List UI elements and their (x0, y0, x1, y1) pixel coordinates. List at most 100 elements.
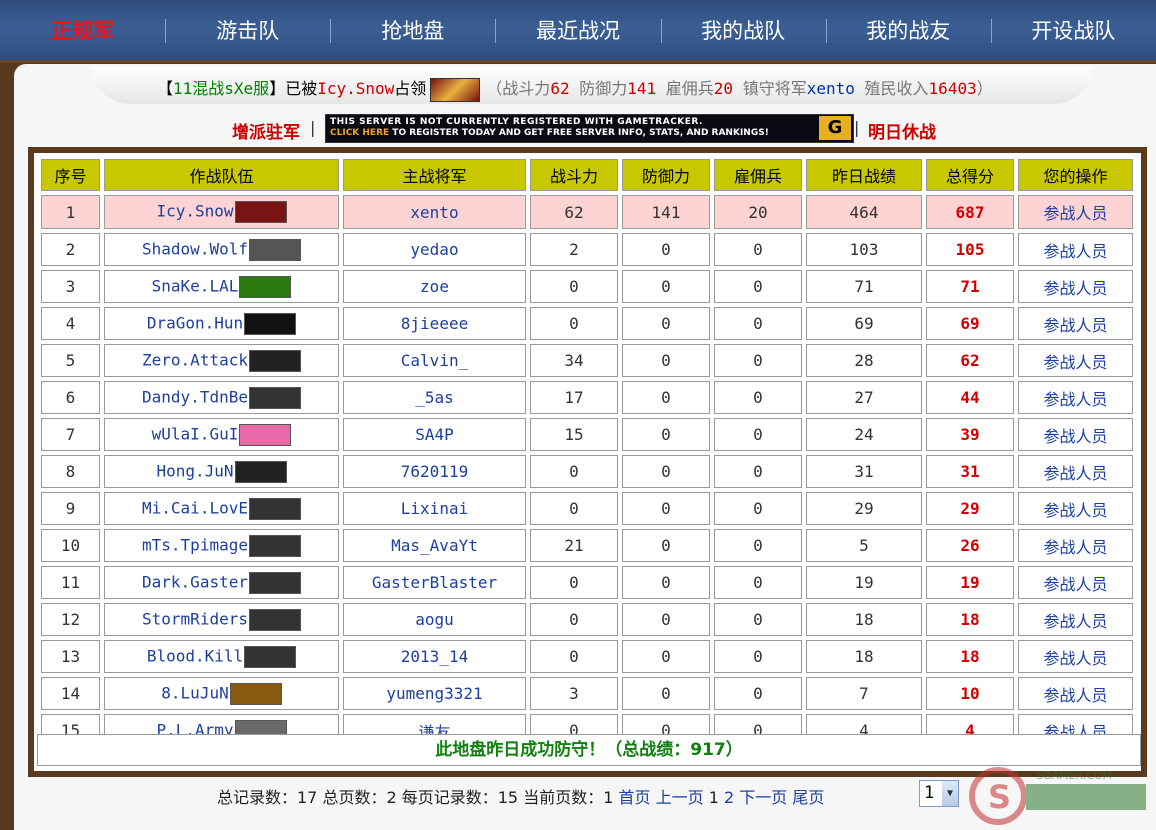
defense-cell: 0 (622, 344, 710, 377)
nav-grab-territory[interactable]: 抢地盘 (330, 15, 495, 45)
team-name[interactable]: DraGon.Hun (147, 313, 243, 332)
column-header: 雇佣兵 (714, 159, 802, 191)
team-flag-image (234, 460, 287, 483)
defense-cell: 0 (622, 418, 710, 451)
nav-create-team[interactable]: 开设战队 (990, 15, 1156, 45)
first-page-link[interactable]: 首页 (619, 788, 651, 807)
power-cell: 21 (530, 529, 618, 562)
participants-link[interactable]: 参战人员 (1018, 233, 1133, 266)
nav-my-friends[interactable]: 我的战友 (825, 15, 991, 45)
participants-link[interactable]: 参战人员 (1018, 307, 1133, 340)
rank-cell: 11 (41, 566, 100, 599)
yesterday-cell: 18 (806, 640, 922, 673)
participants-link[interactable]: 参战人员 (1018, 492, 1133, 525)
last-page-link[interactable]: 尾页 (792, 788, 824, 807)
merc-cell: 0 (714, 381, 802, 414)
yesterday-cell: 71 (806, 270, 922, 303)
defense-cell: 0 (622, 455, 710, 488)
gametracker-logo-icon: G (819, 116, 851, 140)
general-cell: GasterBlaster (343, 566, 526, 599)
team-flag-image (244, 312, 297, 335)
rank-cell: 4 (41, 307, 100, 340)
yesterday-cell: 464 (806, 195, 922, 229)
merc-cell: 0 (714, 677, 802, 710)
next-page-link[interactable]: 下一页 (739, 788, 787, 807)
participants-link[interactable]: 参战人员 (1018, 529, 1133, 562)
page-1: 1 (708, 788, 719, 807)
table-row: 7 wUlaI.GuI SA4P 15 0 0 24 39 参战人员 (41, 418, 1133, 451)
team-name[interactable]: wUlaI.GuI (152, 424, 239, 443)
participants-link[interactable]: 参战人员 (1018, 640, 1133, 673)
team-cell: Icy.Snow (104, 195, 339, 229)
team-cell: wUlaI.GuI (104, 418, 339, 451)
score-cell: 31 (926, 455, 1014, 488)
table-row: 12 StormRiders aogu 0 0 0 18 18 参战人员 (41, 603, 1133, 636)
participants-link[interactable]: 参战人员 (1018, 270, 1133, 303)
team-name[interactable]: mTs.Tpimage (142, 535, 248, 554)
participants-link[interactable]: 参战人员 (1018, 566, 1133, 599)
reinforce-link[interactable]: 增派驻军 (232, 118, 300, 143)
merc-cell: 0 (714, 344, 802, 377)
nav-guerrilla[interactable]: 游击队 (165, 15, 330, 45)
power-cell: 2 (530, 233, 618, 266)
team-name[interactable]: Hong.JuN (156, 461, 233, 480)
team-name[interactable]: Blood.Kill (147, 646, 243, 665)
gametracker-banner[interactable]: THIS SERVER IS NOT CURRENTLY REGISTERED … (325, 114, 854, 143)
team-name[interactable]: Zero.Attack (142, 350, 248, 369)
score-cell: 105 (926, 233, 1014, 266)
participants-link[interactable]: 参战人员 (1018, 344, 1133, 377)
participants-link[interactable]: 参战人员 (1018, 381, 1133, 414)
column-header: 昨日战绩 (806, 159, 922, 191)
score-cell: 71 (926, 270, 1014, 303)
table-row: 6 Dandy.TdnBe _5as 17 0 0 27 44 参战人员 (41, 381, 1133, 414)
page-2-link[interactable]: 2 (724, 788, 734, 807)
table-row: 14 8.LuJuN yumeng3321 3 0 0 7 10 参战人员 (41, 677, 1133, 710)
power-cell: 3 (530, 677, 618, 710)
power-cell: 0 (530, 270, 618, 303)
nav-recent-battles[interactable]: 最近战况 (495, 15, 660, 45)
merc-cell: 0 (714, 307, 802, 340)
participants-link[interactable]: 参战人员 (1018, 677, 1133, 710)
team-name[interactable]: Dandy.TdnBe (142, 387, 248, 406)
prev-page-link[interactable]: 上一页 (656, 788, 704, 807)
power-cell: 0 (530, 603, 618, 636)
rank-cell: 2 (41, 233, 100, 266)
team-flag-image (234, 201, 287, 223)
column-header: 防御力 (622, 159, 710, 191)
defense-cell: 0 (622, 640, 710, 673)
defense-cell: 0 (622, 270, 710, 303)
team-cell: StormRiders (104, 603, 339, 636)
general-cell: 7620119 (343, 455, 526, 488)
column-header: 您的操作 (1018, 159, 1133, 191)
participants-link[interactable]: 参战人员 (1018, 603, 1133, 636)
participants-link[interactable]: 参战人员 (1018, 455, 1133, 488)
power-cell: 15 (530, 418, 618, 451)
participants-link[interactable]: 参战人员 (1018, 418, 1133, 451)
chevron-down-icon: ▼ (942, 781, 958, 806)
rank-cell: 13 (41, 640, 100, 673)
ceasefire-link[interactable]: 明日休战 (868, 118, 936, 143)
column-header: 主战将军 (343, 159, 526, 191)
merc-cell: 0 (714, 270, 802, 303)
general-cell: Calvin_ (343, 344, 526, 377)
team-name[interactable]: Dark.Gaster (142, 572, 248, 591)
team-name[interactable]: StormRiders (142, 609, 248, 628)
nav-regular-army[interactable]: 正规军 (0, 15, 165, 45)
page-select[interactable]: 1 ▼ (919, 780, 959, 807)
defense-cell: 0 (622, 492, 710, 525)
participants-link[interactable]: 参战人员 (1018, 195, 1133, 229)
nav-my-team[interactable]: 我的战队 (660, 15, 826, 45)
team-name[interactable]: Shadow.Wolf (142, 239, 248, 258)
rank-cell: 12 (41, 603, 100, 636)
rank-cell: 7 (41, 418, 100, 451)
team-name[interactable]: Icy.Snow (156, 202, 233, 221)
rank-cell: 10 (41, 529, 100, 562)
team-name[interactable]: 8.LuJuN (161, 683, 228, 702)
teams-table: 序号 作战队伍 主战将军 战斗力 防御力 雇佣兵 昨日战绩 总得分 您的操作 1 Icy.Snow… (37, 155, 1137, 751)
score-cell: 69 (926, 307, 1014, 340)
score-cell: 39 (926, 418, 1014, 451)
team-name[interactable]: SnaKe.LAL (152, 276, 239, 295)
team-name[interactable]: Mi.Cai.LovE (142, 498, 248, 517)
general-cell: yedao (343, 233, 526, 266)
table-row: 8 Hong.JuN 7620119 0 0 0 31 31 参战人员 (41, 455, 1133, 488)
